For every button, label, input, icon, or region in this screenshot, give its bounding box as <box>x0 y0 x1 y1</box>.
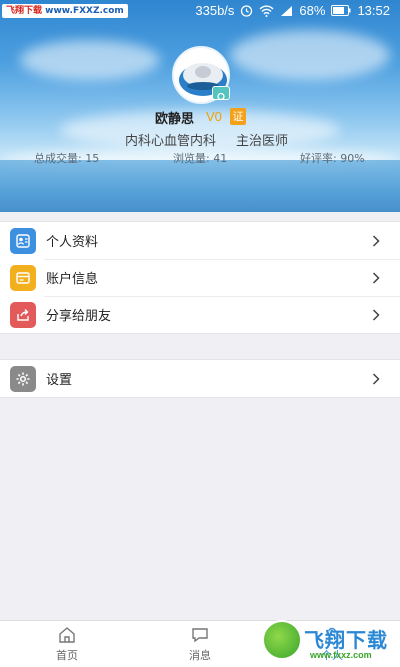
nav-messages[interactable]: 消息 <box>170 625 230 663</box>
chat-bubble-icon <box>192 628 208 643</box>
menu-item-account-info[interactable]: 账户信息 <box>0 259 400 296</box>
nav-label: 首页 <box>56 649 78 662</box>
share-icon <box>10 301 36 328</box>
battery-percent: 68% <box>299 3 326 18</box>
profile-icon <box>10 227 36 254</box>
chevron-right-icon <box>372 308 380 321</box>
watermark-logo-url: www.fxxz.com <box>310 650 372 660</box>
watermark-logo-text: 飞翔下载 <box>304 628 388 652</box>
camera-icon[interactable] <box>212 86 230 101</box>
gear-icon <box>10 365 36 392</box>
watermark-logo: 飞翔下载 www.fxxz.com <box>262 618 392 664</box>
alarm-icon <box>241 5 253 17</box>
stat-rating: 好评率: 90% <box>300 152 365 165</box>
department: 内科心血管内科 <box>125 134 217 149</box>
stat-views: 浏览量: 41 <box>173 152 228 165</box>
doctor-name: 欧静思 <box>155 112 195 127</box>
profile-header: 欧静思 V0 证 内科心血管内科 主治医师 总成交量: 15 浏览量: 41 好… <box>0 0 400 212</box>
nav-label: 消息 <box>189 649 211 662</box>
chevron-right-icon <box>372 372 380 385</box>
menu-item-label: 设置 <box>46 373 73 388</box>
chevron-right-icon <box>372 271 380 284</box>
wifi-icon <box>259 5 274 17</box>
battery-icon <box>331 5 351 16</box>
signal-icon <box>281 5 293 16</box>
stat-total-deals: 总成交量: 15 <box>34 152 100 165</box>
watermark-badge: 飞翔下载 www.FXXZ.com <box>2 4 128 18</box>
menu-item-label: 账户信息 <box>46 272 99 287</box>
doctor-title: 主治医师 <box>236 134 289 149</box>
menu-item-share[interactable]: 分享给朋友 <box>0 296 400 333</box>
menu-item-settings[interactable]: 设置 <box>0 360 400 397</box>
status-bar: 飞翔下载 www.FXXZ.com 335b/s 68% 13:52 <box>0 0 400 22</box>
net-speed: 335b/s <box>195 3 235 18</box>
nav-home[interactable]: 首页 <box>37 625 97 663</box>
menu-group-account: 个人资料 账户信息 分享给朋友 <box>0 221 400 334</box>
menu-item-label: 分享给朋友 <box>46 309 112 324</box>
chevron-right-icon <box>372 234 380 247</box>
level-badge: V0 <box>206 109 222 124</box>
header-sea-background <box>0 160 400 212</box>
clock: 13:52 <box>357 3 390 18</box>
wallet-icon <box>10 264 36 291</box>
menu-item-label: 个人资料 <box>46 235 99 250</box>
menu-item-personal-info[interactable]: 个人资料 <box>0 222 400 259</box>
certified-badge[interactable]: 证 <box>230 108 246 125</box>
menu-group-settings: 设置 <box>0 359 400 398</box>
home-icon <box>59 627 75 643</box>
watermark-logo-icon <box>262 620 302 660</box>
